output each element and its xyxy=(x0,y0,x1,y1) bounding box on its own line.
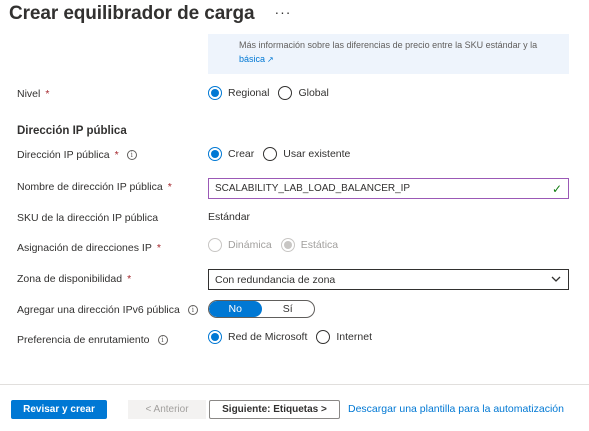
ip-assignment-radio-group: Dinámica Estática xyxy=(208,238,347,252)
assignment-option-dynamic: Dinámica xyxy=(208,238,272,252)
required-marker: * xyxy=(114,149,119,161)
info-icon[interactable]: i xyxy=(126,150,137,160)
radio-selected-icon xyxy=(208,147,222,161)
radio-selected-icon xyxy=(208,86,222,100)
routing-option-internet[interactable]: Internet xyxy=(316,330,372,344)
radio-selected-icon xyxy=(208,330,222,344)
ipv6-option-no[interactable]: No xyxy=(209,301,262,317)
next-tags-button[interactable]: Siguiente: Etiquetas > xyxy=(209,400,340,419)
download-template-link[interactable]: Descargar una plantilla para la automati… xyxy=(348,403,564,415)
routing-preference-label: Preferencia de enrutamiento i xyxy=(17,334,168,346)
page-title: Crear equilibrador de carga xyxy=(9,3,255,24)
info-link-row: básica ↗ xyxy=(239,53,557,66)
ip-assignment-label: Asignación de direcciones IP * xyxy=(17,242,161,254)
public-ip-section-title: Dirección IP pública xyxy=(17,125,127,137)
radio-unselected-icon xyxy=(263,147,278,161)
tier-radio-group: Regional Global xyxy=(208,86,338,100)
info-icon[interactable]: i xyxy=(187,305,198,315)
radio-unselected-icon xyxy=(208,238,222,252)
required-marker: * xyxy=(167,181,172,193)
info-link[interactable]: básica xyxy=(239,54,265,64)
public-ip-sku-value: Estándar xyxy=(208,211,251,223)
assignment-option-static: Estática xyxy=(280,238,338,252)
ipv6-toggle: No Sí xyxy=(208,300,315,318)
valid-check-icon: ✓ xyxy=(551,181,562,196)
radio-unselected-icon xyxy=(316,330,331,344)
routing-radio-group: Red de Microsoft Internet xyxy=(208,330,381,344)
public-ip-sku-label: SKU de la dirección IP pública xyxy=(17,212,159,224)
info-icon[interactable]: i xyxy=(157,335,168,345)
info-text: Más información sobre las diferencias de… xyxy=(239,40,538,50)
public-ip-label: Dirección IP pública * i xyxy=(17,149,137,161)
public-ip-radio-group: Crear Usar existente xyxy=(208,147,359,161)
public-ip-option-existing[interactable]: Usar existente xyxy=(263,147,350,161)
public-ip-option-create[interactable]: Crear xyxy=(208,147,254,161)
footer-divider xyxy=(0,384,589,385)
radio-selected-icon xyxy=(280,238,295,252)
radio-unselected-icon xyxy=(278,86,293,100)
public-ip-name-input[interactable]: SCALABILITY_LAB_LOAD_BALANCER_IP ✓ xyxy=(208,178,569,199)
public-ip-name-label: Nombre de dirección IP pública * xyxy=(17,181,172,193)
required-marker: * xyxy=(127,273,132,285)
sku-info-banner: Más información sobre las diferencias de… xyxy=(208,34,569,74)
ipv6-label: Agregar una dirección IPv6 pública i xyxy=(17,304,198,316)
review-create-button[interactable]: Revisar y crear xyxy=(11,400,107,419)
page-header: Crear equilibrador de carga ··· xyxy=(9,2,291,26)
tier-option-regional[interactable]: Regional xyxy=(208,86,269,100)
routing-option-microsoft[interactable]: Red de Microsoft xyxy=(208,330,307,344)
chevron-down-icon xyxy=(551,276,561,282)
required-marker: * xyxy=(45,88,50,100)
availability-zone-label: Zona de disponibilidad * xyxy=(17,273,132,285)
tier-option-global[interactable]: Global xyxy=(278,86,329,100)
required-marker: * xyxy=(156,242,161,254)
more-options-icon[interactable]: ··· xyxy=(274,4,291,20)
availability-zone-dropdown[interactable]: Con redundancia de zona xyxy=(208,269,569,290)
external-link-icon: ↗ xyxy=(267,55,274,64)
ipv6-option-yes[interactable]: Sí xyxy=(262,301,315,317)
tier-label: Nivel * xyxy=(17,88,50,100)
previous-button: < Anterior xyxy=(128,400,206,419)
